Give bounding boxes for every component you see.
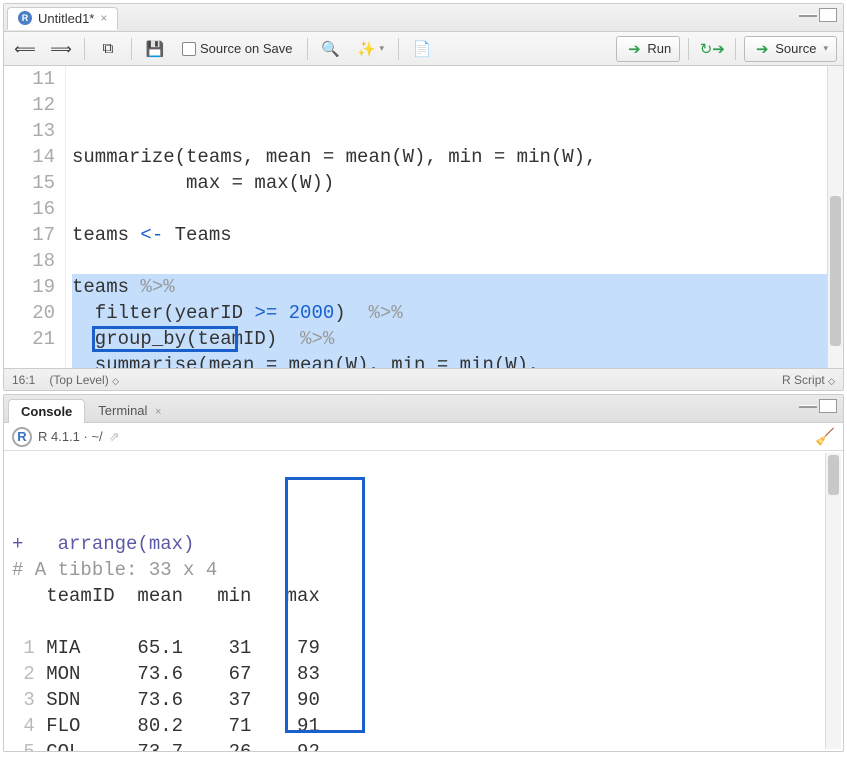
- maximize-pane-icon[interactable]: [819, 8, 837, 22]
- tab-console-label: Console: [21, 404, 72, 419]
- arrow-right-icon: ⟹: [52, 40, 70, 58]
- maximize-pane-icon[interactable]: [819, 399, 837, 413]
- tab-terminal[interactable]: Terminal ×: [85, 398, 174, 422]
- code-editor[interactable]: 1112131415161718192021 summarize(teams, …: [4, 66, 843, 368]
- console-pane: Console Terminal × R R 4.1.1 · ~/ ⇗ 🧹 + …: [3, 394, 844, 752]
- share-icon[interactable]: ⇗: [109, 429, 120, 445]
- go-forward-button[interactable]: ⟹: [46, 37, 76, 61]
- checkbox-icon: [182, 42, 196, 56]
- scope-selector[interactable]: (Top Level) ◇: [49, 373, 119, 387]
- compile-report-button[interactable]: 📄: [407, 37, 437, 61]
- dropdown-caret-icon: ▾: [380, 43, 385, 54]
- console-tab-strip: Console Terminal ×: [4, 395, 843, 423]
- file-tab[interactable]: R Untitled1* ×: [7, 7, 118, 30]
- editor-pane: R Untitled1* × ⟸ ⟹ ⧉ 💾 Source on Save 🔍 …: [3, 3, 844, 391]
- toolbar-separator: [84, 38, 85, 60]
- tab-console[interactable]: Console: [8, 399, 85, 423]
- notebook-icon: 📄: [413, 40, 431, 58]
- dropdown-caret-icon: ▾: [823, 43, 828, 54]
- rerun-icon: ↻➔: [703, 40, 721, 58]
- search-icon: 🔍: [322, 40, 340, 58]
- toolbar-separator: [307, 38, 308, 60]
- toolbar-separator: [688, 38, 689, 60]
- popout-icon: ⧉: [99, 40, 117, 58]
- run-button[interactable]: ➔ Run: [616, 36, 680, 62]
- source-on-save-toggle[interactable]: Source on Save: [176, 38, 299, 59]
- console-output[interactable]: + arrange(max)# A tibble: 33 x 4 teamID …: [4, 451, 843, 751]
- source-button[interactable]: ➔ Source ▾: [744, 36, 837, 62]
- tab-terminal-label: Terminal: [98, 403, 147, 418]
- console-info-bar: R R 4.1.1 · ~/ ⇗ 🧹: [4, 423, 843, 451]
- source-on-save-label: Source on Save: [200, 41, 293, 56]
- editor-scrollbar[interactable]: [827, 66, 843, 368]
- file-tab-label: Untitled1*: [38, 11, 94, 26]
- console-scrollbar[interactable]: [825, 453, 841, 749]
- rerun-button[interactable]: ↻➔: [697, 37, 727, 61]
- clear-console-button[interactable]: 🧹: [815, 427, 835, 447]
- code-tools-button[interactable]: ✨▾: [352, 37, 391, 61]
- r-version-label: R 4.1.1 · ~/: [38, 429, 103, 444]
- close-icon[interactable]: ×: [155, 406, 161, 418]
- close-icon[interactable]: ×: [100, 11, 107, 25]
- run-label: Run: [647, 41, 671, 56]
- scroll-thumb[interactable]: [828, 455, 839, 495]
- r-logo-icon: R: [12, 427, 32, 447]
- pane-window-controls: [799, 399, 837, 413]
- wand-icon: ✨: [358, 40, 376, 58]
- cursor-position: 16:1: [12, 373, 35, 387]
- toolbar-separator: [398, 38, 399, 60]
- line-gutter: 1112131415161718192021: [4, 66, 66, 368]
- arrow-left-icon: ⟸: [16, 40, 34, 58]
- source-arrow-icon: ➔: [753, 40, 771, 58]
- file-type-selector[interactable]: R Script ◇: [782, 373, 835, 387]
- editor-tab-strip: R Untitled1* ×: [4, 4, 843, 32]
- find-button[interactable]: 🔍: [316, 37, 346, 61]
- editor-toolbar: ⟸ ⟹ ⧉ 💾 Source on Save 🔍 ✨▾ 📄 ➔ Run ↻➔ ➔…: [4, 32, 843, 66]
- scroll-thumb[interactable]: [830, 196, 841, 346]
- source-label: Source: [775, 41, 816, 56]
- save-icon: 💾: [146, 40, 164, 58]
- toolbar-separator: [131, 38, 132, 60]
- save-button[interactable]: 💾: [140, 37, 170, 61]
- toolbar-separator: [735, 38, 736, 60]
- show-in-new-window-button[interactable]: ⧉: [93, 37, 123, 61]
- pane-window-controls: [799, 8, 837, 22]
- r-file-icon: R: [18, 11, 32, 25]
- editor-status-bar: 16:1 (Top Level) ◇ R Script ◇: [4, 368, 843, 390]
- code-body[interactable]: summarize(teams, mean = mean(W), min = m…: [66, 66, 827, 368]
- go-back-button[interactable]: ⟸: [10, 37, 40, 61]
- run-arrow-icon: ➔: [625, 40, 643, 58]
- minimize-pane-icon[interactable]: [799, 405, 817, 408]
- minimize-pane-icon[interactable]: [799, 14, 817, 17]
